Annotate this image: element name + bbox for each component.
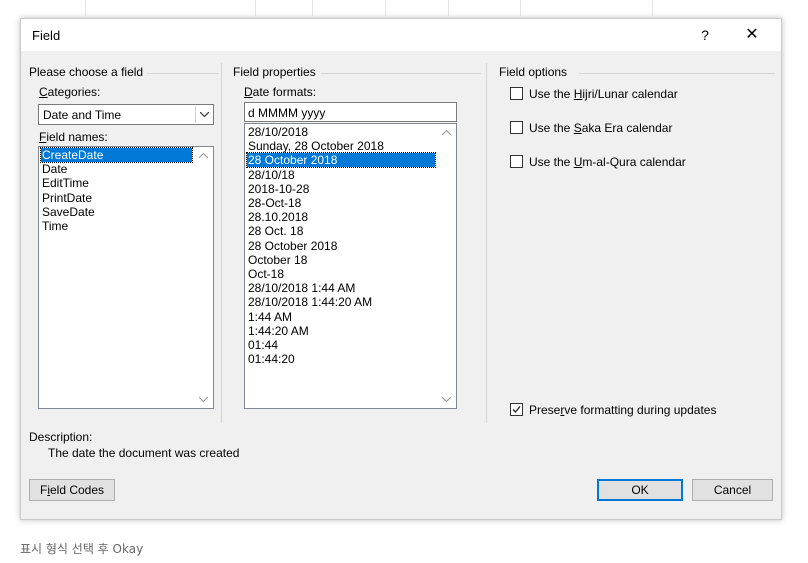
left-group-rule (141, 73, 219, 74)
date-format-item[interactable]: 28-Oct-18 (247, 196, 435, 210)
field-name-item[interactable]: EditTime (41, 176, 192, 190)
date-format-item[interactable]: 01:44:20 (247, 352, 435, 366)
dialog-title: Field (32, 28, 61, 43)
field-codes-button[interactable]: Field Codes (29, 479, 115, 501)
field-name-item[interactable]: PrintDate (41, 191, 192, 205)
field-name-item[interactable]: CreateDate (40, 147, 193, 163)
date-format-input[interactable]: d MMMM yyyy (244, 102, 457, 122)
date-format-item[interactable]: 28 October 2018 (246, 152, 436, 169)
ok-button[interactable]: OK (597, 479, 683, 501)
calendar-option-checkbox[interactable] (510, 121, 523, 134)
date-format-item[interactable]: 1:44 AM (247, 310, 435, 324)
left-divider (221, 63, 222, 423)
left-group-title: Please choose a field (29, 65, 148, 79)
calendar-option-label[interactable]: Use the Hijri/Lunar calendar (529, 87, 678, 101)
date-formats-scrollbar[interactable] (439, 125, 455, 407)
date-format-item[interactable]: 2018-10-28 (247, 182, 435, 196)
date-format-value: d MMMM yyyy (248, 106, 326, 120)
date-format-item[interactable]: 28/10/2018 (247, 125, 435, 139)
date-format-item[interactable]: 28.10.2018 (247, 210, 435, 224)
categories-label: Categories: (39, 85, 101, 99)
date-format-item[interactable]: 1:44:20 AM (247, 324, 435, 338)
close-button[interactable]: ✕ (737, 24, 767, 46)
field-dialog: Field ? ✕ Please choose a field Categori… (20, 18, 782, 520)
field-names-scrollbar[interactable] (196, 148, 212, 407)
calendar-option-label[interactable]: Use the Saka Era calendar (529, 121, 672, 135)
middle-group-title: Field properties (233, 65, 320, 79)
date-format-item[interactable]: October 18 (247, 253, 435, 267)
title-bar: Field ? ✕ (21, 19, 781, 51)
background-table (0, 0, 808, 16)
help-button[interactable]: ? (693, 24, 717, 46)
calendar-option-label[interactable]: Use the Um-al-Qura calendar (529, 155, 686, 169)
field-names-list[interactable]: CreateDate Date EditTime PrintDate SaveDate T… (38, 146, 214, 409)
description-label: Description: (29, 430, 93, 444)
scroll-up-icon (199, 153, 208, 158)
middle-group-rule (321, 73, 481, 74)
date-format-item[interactable]: 28/10/2018 1:44:20 AM (247, 295, 435, 309)
right-group-rule (579, 73, 775, 74)
date-format-item[interactable]: 28 Oct. 18 (247, 224, 435, 238)
field-names-label: Field names: (39, 130, 108, 144)
field-name-item[interactable]: Date (41, 162, 192, 176)
date-formats-label: Date formats: (244, 85, 317, 99)
field-name-item[interactable]: Time (41, 219, 192, 233)
checkmark-icon (512, 406, 521, 413)
field-name-item[interactable]: SaveDate (41, 205, 192, 219)
page-caption: 표시 형식 선택 후 Okay (20, 542, 144, 556)
scroll-up-icon (442, 130, 451, 135)
categories-value: Date and Time (43, 108, 122, 122)
date-format-item[interactable]: 01:44 (247, 338, 435, 352)
field-codes-label: Field Codes (39, 483, 105, 497)
chevron-down-icon[interactable] (195, 106, 212, 123)
description-text: The date the document was created (48, 446, 240, 460)
date-format-item[interactable]: Sunday, 28 October 2018 (247, 139, 435, 153)
scroll-down-icon (442, 397, 451, 402)
middle-divider (486, 63, 487, 423)
calendar-option-checkbox[interactable] (510, 155, 523, 168)
date-format-item[interactable]: 28/10/18 (247, 168, 435, 182)
calendar-option-checkbox[interactable] (510, 87, 523, 100)
date-format-item[interactable]: Oct-18 (247, 267, 435, 281)
cancel-button[interactable]: Cancel (692, 479, 773, 501)
preserve-formatting-label[interactable]: Preserve formatting during updates (529, 403, 716, 417)
preserve-formatting-checkbox[interactable] (510, 403, 523, 416)
right-group-title: Field options (499, 65, 572, 79)
date-format-item[interactable]: 28 October 2018 (247, 239, 435, 253)
categories-select[interactable]: Date and Time (38, 104, 214, 125)
date-format-item[interactable]: 28/10/2018 1:44 AM (247, 281, 435, 295)
date-formats-list[interactable]: 28/10/2018 Sunday, 28 October 2018 28 Octo… (244, 123, 457, 409)
scroll-down-icon (199, 397, 208, 402)
